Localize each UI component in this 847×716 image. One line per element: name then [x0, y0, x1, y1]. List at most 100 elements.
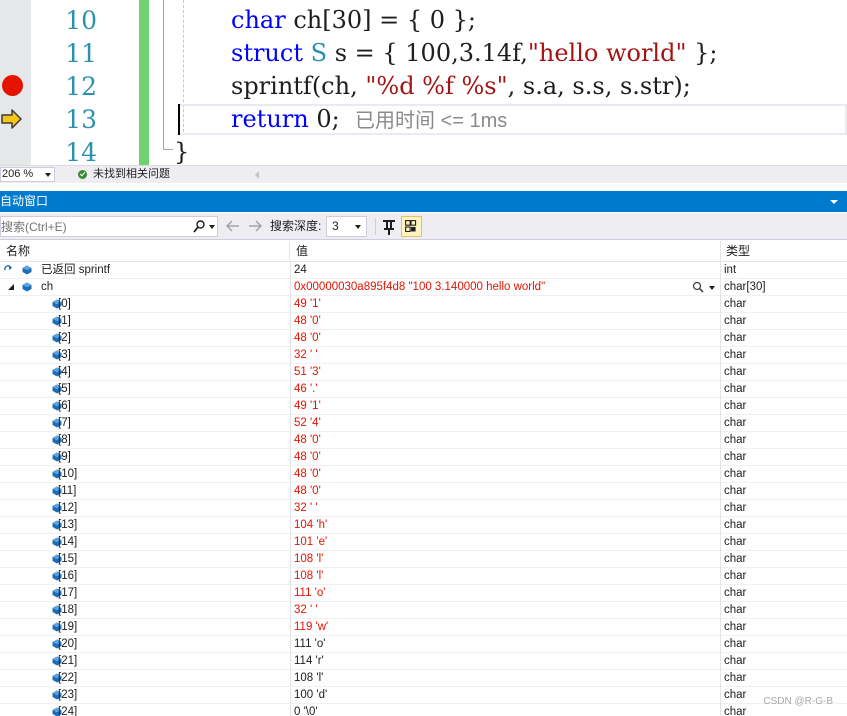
variable-value[interactable]: 32 ' ' — [294, 347, 318, 363]
variable-value[interactable]: 48 '0' — [294, 432, 321, 448]
column-divider — [720, 500, 721, 517]
autos-row[interactable]: 已返回 sprintf 24 int — [0, 262, 847, 279]
magnifier-icon[interactable] — [692, 281, 704, 293]
autos-child-row[interactable]: [15] 108 'l' char — [0, 551, 847, 568]
column-divider — [720, 432, 721, 449]
autos-child-row[interactable]: [14] 101 'e' char — [0, 534, 847, 551]
variable-value[interactable]: 119 'w' — [294, 619, 328, 635]
variable-value[interactable]: 51 '3' — [294, 364, 321, 380]
variable-value[interactable]: 24 — [294, 262, 307, 278]
autos-child-row[interactable]: [18] 32 ' ' char — [0, 602, 847, 619]
search-back-icon[interactable] — [226, 220, 240, 232]
code-line[interactable]: struct S s = { 100,3.14f,"hello world" }… — [231, 37, 717, 70]
column-header-name[interactable]: 名称 — [0, 241, 30, 262]
autos-child-row[interactable]: [0] 49 '1' char — [0, 296, 847, 313]
variable-value[interactable]: 48 '0' — [294, 483, 321, 499]
autos-child-row[interactable]: [17] 111 'o' char — [0, 585, 847, 602]
watermark: CSDN @R-G-B — [763, 696, 833, 707]
column-divider — [290, 398, 291, 415]
autos-row[interactable]: ch 0x00000030a895f4d8 "100 3.140000 hello… — [0, 279, 847, 296]
variable-value[interactable]: 32 ' ' — [294, 602, 318, 618]
perf-tip[interactable]: 已用时间 <= 1ms — [355, 110, 507, 132]
autos-child-row[interactable]: [5] 46 '.' char — [0, 381, 847, 398]
column-divider — [290, 585, 291, 602]
variable-name: [15] — [58, 553, 78, 565]
code-editor[interactable]: 10 11 12 13 14 char ch[30] = { 0 }; struct S … — [0, 0, 847, 165]
chevron-down-icon — [355, 225, 361, 229]
chevron-down-icon[interactable] — [209, 225, 215, 229]
autos-child-row[interactable]: [7] 52 '4' char — [0, 415, 847, 432]
autos-child-row[interactable]: [8] 48 '0' char — [0, 432, 847, 449]
pin-icon[interactable] — [380, 217, 398, 236]
variable-value[interactable]: 108 'l' — [294, 551, 323, 567]
variable-type: char — [724, 417, 747, 429]
search-icon[interactable] — [193, 220, 205, 233]
search-depth-combobox[interactable]: 3 — [326, 216, 367, 237]
autos-child-row[interactable]: [6] 49 '1' char — [0, 398, 847, 415]
variable-value[interactable]: 111 'o' — [294, 585, 325, 601]
variable-name: [0] — [58, 298, 71, 310]
variable-value[interactable]: 52 '4' — [294, 415, 321, 431]
variable-value[interactable]: 49 '1' — [294, 398, 321, 414]
scroll-left-icon[interactable] — [255, 171, 259, 179]
variable-value[interactable]: 49 '1' — [294, 296, 321, 312]
variable-value[interactable]: 0 '\0' — [294, 704, 318, 716]
code-line[interactable]: return 0; 已用时间 <= 1ms — [231, 103, 507, 136]
search-input[interactable] — [1, 217, 186, 236]
autos-child-row[interactable]: [11] 48 '0' char — [0, 483, 847, 500]
variable-value[interactable]: 32 ' ' — [294, 500, 318, 516]
column-divider — [720, 636, 721, 653]
autos-grid-header: 名称 值 类型 — [0, 241, 847, 262]
autos-child-row[interactable]: [3] 32 ' ' char — [0, 347, 847, 364]
variable-type: char — [724, 451, 747, 463]
autos-child-row[interactable]: [21] 114 'r' char — [0, 653, 847, 670]
variable-value[interactable]: 114 'r' — [294, 653, 324, 669]
column-divider — [720, 534, 721, 551]
autos-child-row[interactable]: [19] 119 'w' char — [0, 619, 847, 636]
collapse-triangle-icon[interactable] — [7, 283, 15, 291]
breakpoint-icon[interactable] — [2, 75, 23, 96]
variable-value[interactable]: 100 'd' — [294, 687, 327, 703]
variable-name: [16] — [58, 570, 78, 582]
variable-value[interactable]: 108 'l' — [294, 670, 323, 686]
autos-child-row[interactable]: [2] 48 '0' char — [0, 330, 847, 347]
variable-value[interactable]: 0x00000030a895f4d8 "100 3.140000 hello w… — [294, 279, 545, 295]
search-box[interactable] — [0, 216, 218, 237]
variable-value[interactable]: 48 '0' — [294, 449, 321, 465]
variable-value[interactable]: 48 '0' — [294, 330, 321, 346]
autos-child-row[interactable]: [23] 100 'd' char — [0, 687, 847, 704]
autos-child-row[interactable]: [16] 108 'l' char — [0, 568, 847, 585]
column-divider — [720, 585, 721, 602]
autos-child-row[interactable]: [22] 108 'l' char — [0, 670, 847, 687]
autos-child-row[interactable]: [10] 48 '0' char — [0, 466, 847, 483]
variable-value[interactable]: 101 'e' — [294, 534, 327, 550]
autos-child-row[interactable]: [24] 0 '\0' char — [0, 704, 847, 716]
code-line[interactable]: char ch[30] = { 0 }; — [231, 4, 476, 37]
variable-value[interactable]: 48 '0' — [294, 466, 321, 482]
autos-child-row[interactable]: [1] 48 '0' char — [0, 313, 847, 330]
chevron-down-icon[interactable] — [709, 286, 715, 290]
autos-child-row[interactable]: [4] 51 '3' char — [0, 364, 847, 381]
variable-value[interactable]: 48 '0' — [294, 313, 321, 329]
hexadecimal-display-icon[interactable] — [401, 216, 422, 237]
column-header-type[interactable]: 类型 — [720, 241, 750, 262]
code-token: }; — [686, 39, 718, 67]
variable-name: [9] — [58, 451, 71, 463]
autos-child-row[interactable]: [20] 111 'o' char — [0, 636, 847, 653]
autos-child-row[interactable]: [13] 104 'h' char — [0, 517, 847, 534]
code-line[interactable]: sprintf(ch, "%d %f %s", s.a, s.s, s.str)… — [231, 70, 691, 103]
column-divider — [290, 551, 291, 568]
column-header-value[interactable]: 值 — [290, 241, 308, 262]
outlining-margin[interactable] — [149, 0, 163, 165]
autos-window-title[interactable]: 自动窗口 — [0, 191, 847, 212]
autos-child-row[interactable]: [9] 48 '0' char — [0, 449, 847, 466]
autos-child-row[interactable]: [12] 32 ' ' char — [0, 500, 847, 517]
variable-value[interactable]: 108 'l' — [294, 568, 323, 584]
window-menu-icon[interactable] — [830, 200, 838, 204]
search-forward-icon[interactable] — [248, 220, 262, 232]
variable-value[interactable]: 104 'h' — [294, 517, 327, 533]
zoom-combobox[interactable]: 206 % — [0, 167, 55, 182]
variable-value[interactable]: 46 '.' — [294, 381, 318, 397]
variable-name: [11] — [58, 485, 77, 497]
variable-value[interactable]: 111 'o' — [294, 636, 325, 652]
